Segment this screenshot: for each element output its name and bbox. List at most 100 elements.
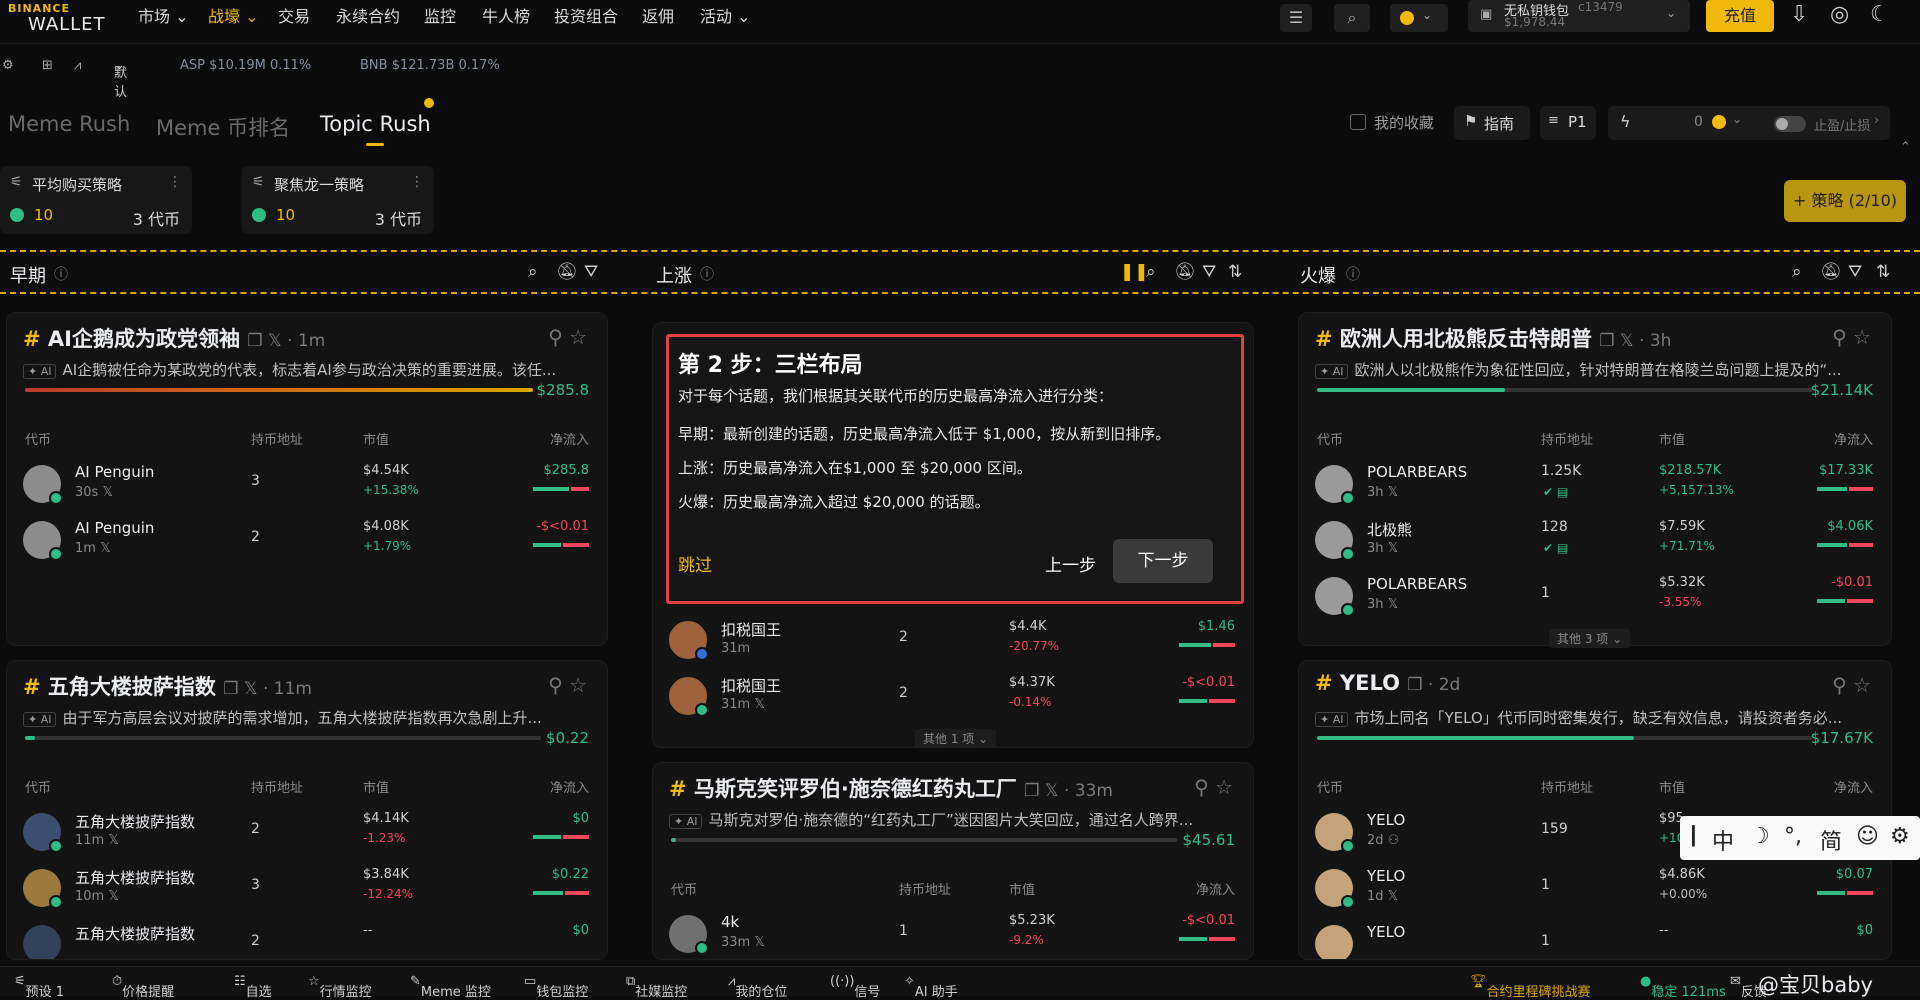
search-icon[interactable]: ⌕ bbox=[1334, 4, 1370, 32]
strategy-card-focus[interactable]: ⚟ 聚焦龙一策略 ⋮ 10 3 代币 bbox=[242, 166, 434, 234]
nav-leaderboard[interactable]: 牛人榜 bbox=[482, 4, 530, 30]
ime-simplified-mode[interactable]: 简 bbox=[1820, 824, 1842, 856]
binance-wallet-logo[interactable]: BINANCE WALLET bbox=[8, 2, 108, 40]
more-icon[interactable]: ⋮ bbox=[410, 174, 424, 190]
pin-star-icons[interactable]: ⚲ ☆ bbox=[548, 673, 587, 697]
globe-icon[interactable]: ◎ bbox=[1830, 2, 1849, 27]
market-monitor-button[interactable]: ☆ 行情监控 bbox=[308, 974, 372, 1000]
sort-icon[interactable]: ⇅ bbox=[1228, 262, 1242, 282]
nav-market[interactable]: 市场 ⌄ bbox=[138, 4, 189, 30]
layout-icon[interactable]: ⊞ bbox=[42, 58, 53, 73]
preset-button[interactable]: ⚟ 预设 1 bbox=[14, 974, 64, 1000]
topic-card[interactable]: # AI企鹅成为政党领袖 ❐ 𝕏 · 1m ⚲ ☆ ✦ AI AI企鹅被任命为某政… bbox=[6, 312, 608, 646]
topic-card[interactable]: # 五角大楼披萨指数 ❐ 𝕏 · 11m ⚲ ☆ ✦ AI 由于军方高层会议对披萨… bbox=[6, 660, 608, 960]
price-alert-button[interactable]: ⏱ 价格提醒 bbox=[112, 974, 174, 1000]
token-row[interactable]: 五角大楼披萨指数 11m 𝕏 2 $4.14K -1.23% $0 bbox=[7, 807, 607, 863]
nav-perpetual[interactable]: 永续合约 bbox=[336, 4, 400, 30]
tpsl-toggle[interactable] bbox=[1774, 116, 1806, 132]
topic-title[interactable]: # AI企鹅成为政党领袖 ❐ 𝕏 · 1m bbox=[23, 323, 325, 353]
deposit-button[interactable]: 充值 bbox=[1706, 0, 1774, 32]
ime-punct-icon[interactable]: °, bbox=[1784, 824, 1802, 849]
search-icon[interactable]: ⌕ bbox=[1792, 262, 1802, 282]
favorites-checkbox[interactable] bbox=[1350, 114, 1366, 130]
topic-title[interactable]: # YELO ❐ · 2d bbox=[1315, 671, 1460, 695]
token-row[interactable]: 扣税国王 31m 2 $4.4K -20.77% $1.46 bbox=[653, 615, 1253, 671]
info-icon[interactable]: ⓘ bbox=[54, 264, 68, 284]
ime-moon-icon[interactable]: ☽ bbox=[1750, 824, 1770, 849]
watchlist-button[interactable]: ☷ 自选 bbox=[234, 974, 272, 1000]
pin-star-icons[interactable]: ⚲ ☆ bbox=[1832, 325, 1871, 349]
pin-star-icons[interactable]: ⚲ ☆ bbox=[1832, 673, 1871, 697]
chevron-down-icon[interactable]: ⌄ bbox=[1732, 112, 1742, 126]
nav-trade[interactable]: 交易 bbox=[278, 4, 310, 30]
ime-emoji-icon[interactable]: ☺ bbox=[1856, 824, 1879, 849]
meme-monitor-button[interactable]: ✎ Meme 监控 bbox=[410, 974, 491, 1000]
filter-icon[interactable]: ⛛ bbox=[1848, 262, 1862, 282]
token-row[interactable]: POLARBEARS 3h 𝕏 1.25K ✔ ▤ $218.57K +5,157.… bbox=[1299, 459, 1891, 515]
notes-icon[interactable]: ☰ bbox=[1280, 4, 1312, 32]
settings-icon[interactable]: ⚙ bbox=[2, 58, 14, 73]
pin-star-icons[interactable]: ⚲ ☆ bbox=[1194, 775, 1233, 799]
token-row[interactable]: 五角大楼披萨指数 10m 𝕏 3 $3.84K -12.24% $0.22 bbox=[7, 863, 607, 919]
token-row[interactable]: AI Penguin 1m 𝕏 2 $4.08K +1.79% -$<0.01 bbox=[7, 515, 607, 571]
bell-off-icon[interactable]: 🔕︎ bbox=[556, 262, 578, 282]
ime-settings-icon[interactable]: ⚙ bbox=[1890, 824, 1910, 849]
collapse-icon[interactable]: ⌃ bbox=[1900, 140, 1911, 155]
feedback-button[interactable]: ✉ 反馈 bbox=[1730, 974, 1767, 1000]
topic-title[interactable]: # 五角大楼披萨指数 ❐ 𝕏 · 11m bbox=[23, 671, 312, 701]
bell-off-icon[interactable]: 🔕︎ bbox=[1820, 262, 1842, 282]
pause-icon[interactable]: ❚❚ bbox=[1120, 262, 1149, 282]
token-row[interactable]: YELO 1d 𝕏 1 $4.86K +0.00% $0.07 bbox=[1299, 863, 1891, 919]
nav-activities[interactable]: 活动 ⌄ bbox=[700, 4, 751, 30]
chain-selector[interactable]: ⌄ bbox=[1390, 4, 1448, 32]
signal-button[interactable]: ((·)) 信号 bbox=[830, 974, 880, 1000]
wallet-monitor-button[interactable]: ▭ 钱包监控 bbox=[524, 974, 588, 1000]
more-tokens-button[interactable]: 其他 1 项 ⌄ bbox=[915, 729, 997, 748]
asp-ticker[interactable]: ASP $10.19M 0.11% bbox=[180, 58, 311, 73]
filter-icon[interactable]: ⛛ bbox=[584, 262, 598, 282]
nav-rebate[interactable]: 返佣 bbox=[642, 4, 674, 30]
strategy-card-average[interactable]: ⚟ 平均购买策略 ⋮ 10 3 代币 bbox=[0, 166, 192, 234]
filter-icon[interactable]: ⛛ bbox=[1202, 262, 1216, 282]
token-row[interactable]: 五角大楼披萨指数 2 -- $0 bbox=[7, 919, 607, 959]
topic-card[interactable]: # 欧洲人用北极熊反击特朗普 ❐ 𝕏 · 3h ⚲ ☆ ✦ AI 欧洲人以北极熊作… bbox=[1298, 312, 1892, 648]
download-icon[interactable]: ⇩ bbox=[1790, 2, 1808, 27]
ime-chinese-mode[interactable]: 中 bbox=[1712, 824, 1734, 856]
topic-card[interactable]: # YELO ❐ · 2d ⚲ ☆ ✦ AI 市场上同名「YELO」代币同时密集发… bbox=[1298, 660, 1892, 960]
add-strategy-button[interactable]: + 策略 (2/10) bbox=[1784, 180, 1906, 222]
preset-p1-button[interactable]: ≡ P1 bbox=[1540, 106, 1596, 140]
skip-button[interactable]: 跳过 bbox=[678, 551, 712, 576]
token-row[interactable]: 4k 33m 𝕏 1 $5.23K -9.2% -$<0.01 bbox=[653, 909, 1253, 959]
info-icon[interactable]: ⓘ bbox=[700, 264, 714, 284]
next-step-button[interactable]: 下一步 bbox=[1113, 539, 1213, 583]
topic-title[interactable]: # 欧洲人用北极熊反击特朗普 ❐ 𝕏 · 3h bbox=[1315, 323, 1671, 353]
more-tokens-button[interactable]: 其他 3 项 ⌄ bbox=[1549, 629, 1631, 648]
token-row[interactable]: 扣税国王 31m 𝕏 2 $4.37K -0.14% -$<0.01 bbox=[653, 671, 1253, 727]
token-row[interactable]: 北极熊 3h 𝕏 128 ✔ ▤ $7.59K +71.71% $4.06K bbox=[1299, 515, 1891, 571]
tab-topic-rush[interactable]: Topic Rush bbox=[320, 112, 431, 136]
token-row[interactable]: POLARBEARS 3h 𝕏 1 $5.32K -3.55% -$0.01 bbox=[1299, 571, 1891, 627]
quick-buy-bar[interactable]: ϟ 0 ⌄ 止盈/止损 › bbox=[1608, 106, 1890, 140]
sort-icon[interactable]: ⇅ bbox=[1876, 262, 1890, 282]
info-icon[interactable]: ⓘ bbox=[1346, 264, 1360, 284]
ime-handle-icon[interactable]: ┃ bbox=[1688, 826, 1699, 847]
nav-monitor[interactable]: 监控 bbox=[424, 4, 456, 30]
search-icon[interactable]: ⌕ bbox=[1146, 262, 1156, 282]
nav-trenches[interactable]: 战壕 ⌄ bbox=[208, 4, 259, 30]
bnb-ticker[interactable]: BNB $121.73B 0.17% bbox=[360, 58, 500, 73]
positions-button[interactable]: ⩘ 我的仓位 bbox=[728, 974, 787, 1000]
topic-card[interactable]: # 马斯克笑评罗伯·施奈德红药丸工厂 ❐ 𝕏 · 33m ⚲ ☆ ✦ AI 马斯克… bbox=[652, 762, 1254, 960]
quick-buy-amount[interactable]: 0 bbox=[1694, 114, 1703, 130]
ai-assistant-button[interactable]: ✧ AI 助手 bbox=[904, 974, 958, 1000]
moon-icon[interactable]: ☾ bbox=[1870, 2, 1890, 27]
pin-star-icons[interactable]: ⚲ ☆ bbox=[548, 325, 587, 349]
guide-button[interactable]: ⚑ 指南 bbox=[1454, 106, 1530, 140]
more-icon[interactable]: ⋮ bbox=[168, 174, 182, 190]
wallet-selector[interactable]: ▣ 无私钥钱包 c13479 $1,978.44 ⌄ bbox=[1468, 0, 1690, 32]
topic-title[interactable]: # 马斯克笑评罗伯·施奈德红药丸工厂 ❐ 𝕏 · 33m bbox=[669, 773, 1113, 803]
nav-portfolio[interactable]: 投资组合 bbox=[554, 4, 618, 30]
bell-off-icon[interactable]: 🔕︎ bbox=[1174, 262, 1196, 282]
token-row[interactable]: YELO 1 -- $0 bbox=[1299, 919, 1891, 959]
social-monitor-button[interactable]: ⧉ 社媒监控 bbox=[626, 974, 687, 1000]
tab-meme-rush[interactable]: Meme Rush bbox=[8, 112, 130, 136]
